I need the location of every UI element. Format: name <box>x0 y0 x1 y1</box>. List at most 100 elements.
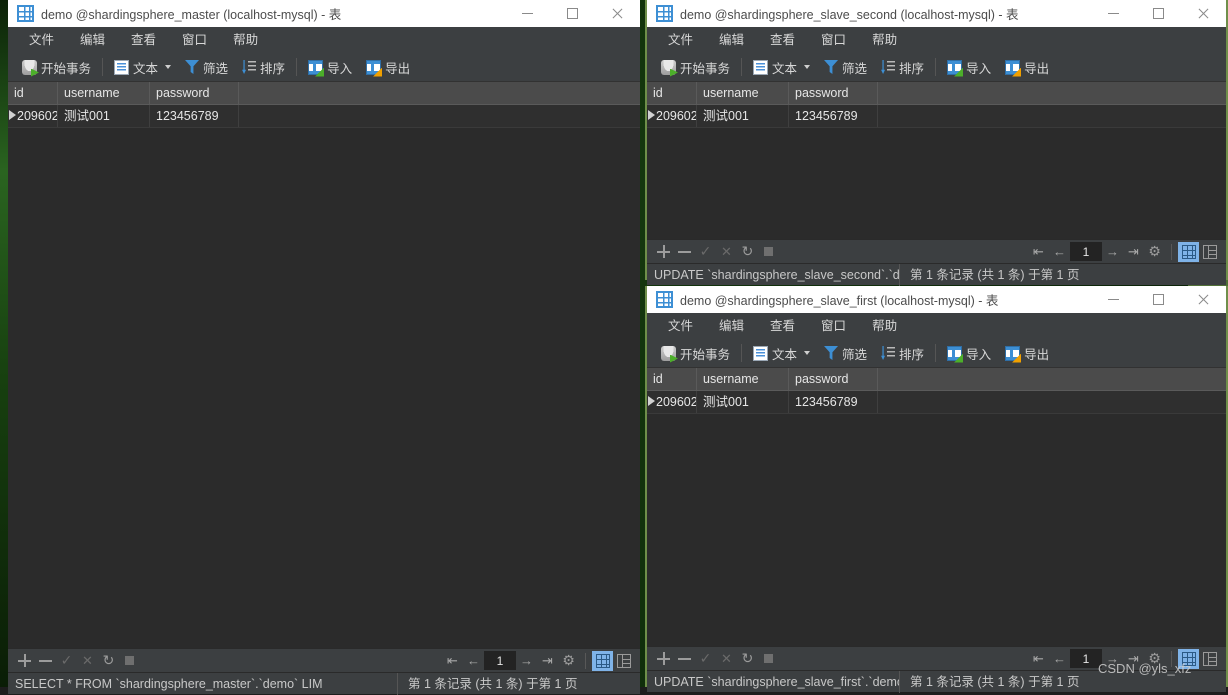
table-row[interactable]: 209602 测试001 123456789 <box>647 105 1226 128</box>
chevron-down-icon[interactable] <box>804 351 811 355</box>
menu-file[interactable]: 文件 <box>16 27 67 53</box>
grid-view-button[interactable] <box>592 650 613 671</box>
first-page-button[interactable]: ⇤ <box>1028 241 1049 262</box>
menu-window[interactable]: 窗口 <box>808 27 859 53</box>
menu-help[interactable]: 帮助 <box>859 27 910 53</box>
menu-help[interactable]: 帮助 <box>220 27 271 53</box>
maximize-button[interactable] <box>1136 286 1181 313</box>
first-page-button[interactable]: ⇤ <box>442 650 463 671</box>
cancel-changes-button[interactable]: ✕ <box>716 241 737 262</box>
close-button[interactable] <box>595 0 640 27</box>
refresh-button[interactable]: ↻ <box>737 648 758 669</box>
import-button[interactable]: 导入 <box>940 56 998 78</box>
menu-edit[interactable]: 编辑 <box>67 27 118 53</box>
page-number-input[interactable]: 1 <box>1070 649 1102 668</box>
minimize-button[interactable] <box>1091 0 1136 27</box>
close-button[interactable] <box>1181 0 1226 27</box>
last-page-button[interactable]: ⇥ <box>1123 648 1144 669</box>
menu-view[interactable]: 查看 <box>118 27 169 53</box>
last-page-button[interactable]: ⇥ <box>1123 241 1144 262</box>
grid-view-button[interactable] <box>1178 648 1199 669</box>
refresh-button[interactable]: ↻ <box>98 650 119 671</box>
menu-edit[interactable]: 编辑 <box>706 313 757 339</box>
titlebar-slave-first[interactable]: demo @shardingsphere_slave_first (localh… <box>647 286 1226 313</box>
column-header-id[interactable]: id <box>647 82 697 104</box>
menu-view[interactable]: 查看 <box>757 313 808 339</box>
form-view-button[interactable] <box>1199 242 1220 262</box>
menu-view[interactable]: 查看 <box>757 27 808 53</box>
form-view-button[interactable] <box>613 651 634 671</box>
add-record-button[interactable] <box>653 241 674 262</box>
sort-button[interactable]: 排序 <box>874 342 931 364</box>
menu-window[interactable]: 窗口 <box>169 27 220 53</box>
stop-button[interactable] <box>758 648 779 669</box>
window-shardingsphere-slave-second[interactable]: demo @shardingsphere_slave_second (local… <box>645 0 1228 286</box>
chevron-down-icon[interactable] <box>804 65 811 69</box>
data-grid-slave-first[interactable]: id username password 209602 测试001 123456… <box>647 368 1226 646</box>
cell-username[interactable]: 测试001 <box>58 105 150 127</box>
column-header-password[interactable]: password <box>150 82 239 104</box>
cancel-changes-button[interactable]: ✕ <box>77 650 98 671</box>
delete-record-button[interactable] <box>35 650 56 671</box>
next-page-button[interactable]: → <box>1102 241 1123 262</box>
minimize-button[interactable] <box>1091 286 1136 313</box>
column-header-username[interactable]: username <box>697 82 789 104</box>
titlebar-slave-second[interactable]: demo @shardingsphere_slave_second (local… <box>647 0 1226 27</box>
begin-transaction-button[interactable]: 开始事务 <box>654 56 737 78</box>
form-view-button[interactable] <box>1199 649 1220 669</box>
cell-password[interactable]: 123456789 <box>789 391 878 413</box>
add-record-button[interactable] <box>653 648 674 669</box>
data-grid-master[interactable]: id username password 209602 测试001 123456… <box>8 82 640 648</box>
filter-button[interactable]: 筛选 <box>178 56 235 78</box>
delete-record-button[interactable] <box>674 648 695 669</box>
import-button[interactable]: 导入 <box>301 56 359 78</box>
close-button[interactable] <box>1181 286 1226 313</box>
text-button[interactable]: 文本 <box>107 56 178 78</box>
filter-button[interactable]: 筛选 <box>817 342 874 364</box>
first-page-button[interactable]: ⇤ <box>1028 648 1049 669</box>
column-header-password[interactable]: password <box>789 82 878 104</box>
page-number-input[interactable]: 1 <box>484 651 516 670</box>
add-record-button[interactable] <box>14 650 35 671</box>
column-header-username[interactable]: username <box>58 82 150 104</box>
table-row[interactable]: 209602 测试001 123456789 <box>647 391 1226 414</box>
table-row[interactable]: 209602 测试001 123456789 <box>8 105 640 128</box>
maximize-button[interactable] <box>550 0 595 27</box>
chevron-down-icon[interactable] <box>165 65 172 69</box>
refresh-button[interactable]: ↻ <box>737 241 758 262</box>
previous-page-button[interactable]: ← <box>463 650 484 671</box>
column-header-password[interactable]: password <box>789 368 878 390</box>
stop-button[interactable] <box>758 241 779 262</box>
begin-transaction-button[interactable]: 开始事务 <box>15 56 98 78</box>
previous-page-button[interactable]: ← <box>1049 241 1070 262</box>
menu-window[interactable]: 窗口 <box>808 313 859 339</box>
column-header-username[interactable]: username <box>697 368 789 390</box>
column-header-id[interactable]: id <box>8 82 58 104</box>
maximize-button[interactable] <box>1136 0 1181 27</box>
apply-changes-button[interactable]: ✓ <box>695 648 716 669</box>
cancel-changes-button[interactable]: ✕ <box>716 648 737 669</box>
settings-gear-button[interactable]: ⚙ <box>558 650 579 671</box>
window-shardingsphere-master[interactable]: demo @shardingsphere_master (localhost-m… <box>8 0 640 695</box>
sort-button[interactable]: 排序 <box>874 56 931 78</box>
export-button[interactable]: 导出 <box>359 56 417 78</box>
menu-help[interactable]: 帮助 <box>859 313 910 339</box>
cell-password[interactable]: 123456789 <box>150 105 239 127</box>
menu-edit[interactable]: 编辑 <box>706 27 757 53</box>
text-button[interactable]: 文本 <box>746 342 817 364</box>
cell-username[interactable]: 测试001 <box>697 105 789 127</box>
window-shardingsphere-slave-first[interactable]: demo @shardingsphere_slave_first (localh… <box>645 286 1228 693</box>
menu-file[interactable]: 文件 <box>655 27 706 53</box>
cell-password[interactable]: 123456789 <box>789 105 878 127</box>
apply-changes-button[interactable]: ✓ <box>695 241 716 262</box>
next-page-button[interactable]: → <box>516 650 537 671</box>
settings-gear-button[interactable]: ⚙ <box>1144 648 1165 669</box>
filter-button[interactable]: 筛选 <box>817 56 874 78</box>
page-number-input[interactable]: 1 <box>1070 242 1102 261</box>
import-button[interactable]: 导入 <box>940 342 998 364</box>
delete-record-button[interactable] <box>674 241 695 262</box>
settings-gear-button[interactable]: ⚙ <box>1144 241 1165 262</box>
export-button[interactable]: 导出 <box>998 56 1056 78</box>
next-page-button[interactable]: → <box>1102 648 1123 669</box>
stop-button[interactable] <box>119 650 140 671</box>
